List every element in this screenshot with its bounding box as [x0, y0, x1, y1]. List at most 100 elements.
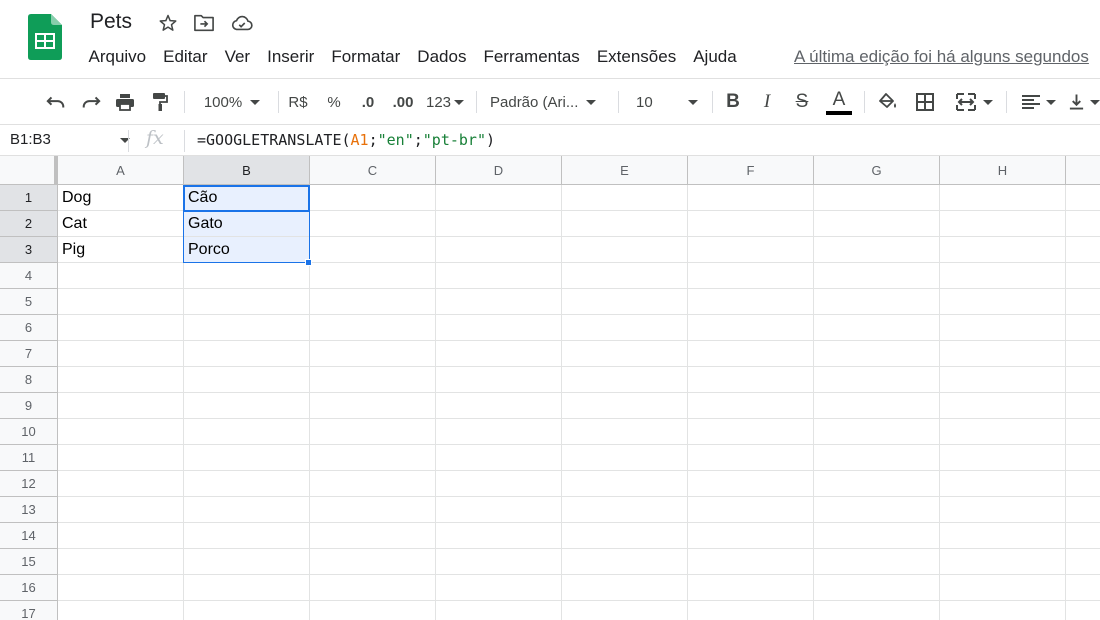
cell-h14[interactable] [940, 523, 1066, 549]
cell-partial[interactable] [1066, 341, 1100, 367]
cell-partial[interactable] [1066, 497, 1100, 523]
cell-a16[interactable] [58, 575, 184, 601]
font-size-select[interactable]: 10 [630, 89, 702, 115]
cell-e6[interactable] [562, 315, 688, 341]
cell-partial[interactable] [1066, 237, 1100, 263]
cell-a6[interactable] [58, 315, 184, 341]
column-header-c[interactable]: C [310, 156, 436, 185]
cell-e13[interactable] [562, 497, 688, 523]
cell-partial[interactable] [1066, 185, 1100, 211]
cell-e3[interactable] [562, 237, 688, 263]
cell-c6[interactable] [310, 315, 436, 341]
horizontal-align-select[interactable] [1018, 89, 1058, 115]
increase-decimal-button[interactable]: .00 [390, 89, 416, 115]
cell-b2[interactable]: Gato [184, 211, 310, 237]
row-header-9[interactable]: 9 [0, 393, 58, 419]
cell-b10[interactable] [184, 419, 310, 445]
cell-partial[interactable] [1066, 575, 1100, 601]
cell-f3[interactable] [688, 237, 814, 263]
cell-d17[interactable] [436, 601, 562, 620]
font-family-select[interactable]: Padrão (Ari... [490, 89, 608, 115]
row-header-12[interactable]: 12 [0, 471, 58, 497]
formula-input[interactable]: =GOOGLETRANSLATE(A1;"en";"pt-br") [197, 131, 495, 149]
column-header-a[interactable]: A [58, 156, 184, 185]
format-currency-button[interactable]: R$ [286, 89, 310, 115]
cell-b3[interactable]: Porco [184, 237, 310, 263]
menu-editar[interactable]: Editar [155, 44, 216, 70]
vertical-align-select[interactable] [1068, 89, 1100, 115]
cell-f15[interactable] [688, 549, 814, 575]
cell-f6[interactable] [688, 315, 814, 341]
cell-d7[interactable] [436, 341, 562, 367]
row-header-15[interactable]: 15 [0, 549, 58, 575]
cell-e16[interactable] [562, 575, 688, 601]
menu-formatar[interactable]: Formatar [323, 44, 409, 70]
cell-b1[interactable]: Cão [184, 185, 310, 211]
cell-f8[interactable] [688, 367, 814, 393]
menu-dados[interactable]: Dados [409, 44, 475, 70]
cell-f1[interactable] [688, 185, 814, 211]
cell-b7[interactable] [184, 341, 310, 367]
cell-e2[interactable] [562, 211, 688, 237]
cell-g17[interactable] [814, 601, 940, 620]
cell-partial[interactable] [1066, 393, 1100, 419]
cell-b14[interactable] [184, 523, 310, 549]
borders-icon[interactable] [913, 89, 937, 115]
cell-h13[interactable] [940, 497, 1066, 523]
cell-h4[interactable] [940, 263, 1066, 289]
cell-d11[interactable] [436, 445, 562, 471]
cell-b8[interactable] [184, 367, 310, 393]
cell-a4[interactable] [58, 263, 184, 289]
cell-b15[interactable] [184, 549, 310, 575]
row-header-5[interactable]: 5 [0, 289, 58, 315]
row-header-8[interactable]: 8 [0, 367, 58, 393]
cell-h11[interactable] [940, 445, 1066, 471]
menu-extensoes[interactable]: Extensões [588, 44, 684, 70]
column-header-h[interactable]: H [940, 156, 1066, 185]
cell-g14[interactable] [814, 523, 940, 549]
cell-f11[interactable] [688, 445, 814, 471]
cell-c2[interactable] [310, 211, 436, 237]
cell-c1[interactable] [310, 185, 436, 211]
cell-h15[interactable] [940, 549, 1066, 575]
menu-ajuda[interactable]: Ajuda [685, 44, 745, 70]
zoom-select[interactable]: 100% [196, 89, 268, 115]
cell-d4[interactable] [436, 263, 562, 289]
cell-b6[interactable] [184, 315, 310, 341]
column-header-e[interactable]: E [562, 156, 688, 185]
cell-c12[interactable] [310, 471, 436, 497]
cell-a10[interactable] [58, 419, 184, 445]
sheets-logo-icon[interactable] [28, 14, 62, 60]
cell-c10[interactable] [310, 419, 436, 445]
cell-c14[interactable] [310, 523, 436, 549]
row-header-1[interactable]: 1 [0, 185, 58, 211]
cell-partial[interactable] [1066, 263, 1100, 289]
cell-partial[interactable] [1066, 523, 1100, 549]
strikethrough-button[interactable]: S [791, 89, 813, 115]
column-header-b[interactable]: B [184, 156, 310, 185]
cell-g6[interactable] [814, 315, 940, 341]
cell-c3[interactable] [310, 237, 436, 263]
cell-d14[interactable] [436, 523, 562, 549]
paint-format-icon[interactable] [148, 89, 172, 115]
cell-c4[interactable] [310, 263, 436, 289]
cell-partial[interactable] [1066, 601, 1100, 620]
cell-a12[interactable] [58, 471, 184, 497]
cell-b13[interactable] [184, 497, 310, 523]
cell-e1[interactable] [562, 185, 688, 211]
cell-h10[interactable] [940, 419, 1066, 445]
document-title[interactable]: Pets [90, 10, 132, 34]
cell-d3[interactable] [436, 237, 562, 263]
fill-color-icon[interactable] [876, 89, 900, 115]
cell-b5[interactable] [184, 289, 310, 315]
cell-d10[interactable] [436, 419, 562, 445]
cell-partial[interactable] [1066, 549, 1100, 575]
cell-e4[interactable] [562, 263, 688, 289]
cell-g13[interactable] [814, 497, 940, 523]
cell-a13[interactable] [58, 497, 184, 523]
cell-e17[interactable] [562, 601, 688, 620]
cell-c8[interactable] [310, 367, 436, 393]
cell-partial[interactable] [1066, 315, 1100, 341]
bold-button[interactable]: B [722, 89, 744, 115]
column-header-partial[interactable] [1066, 156, 1100, 185]
